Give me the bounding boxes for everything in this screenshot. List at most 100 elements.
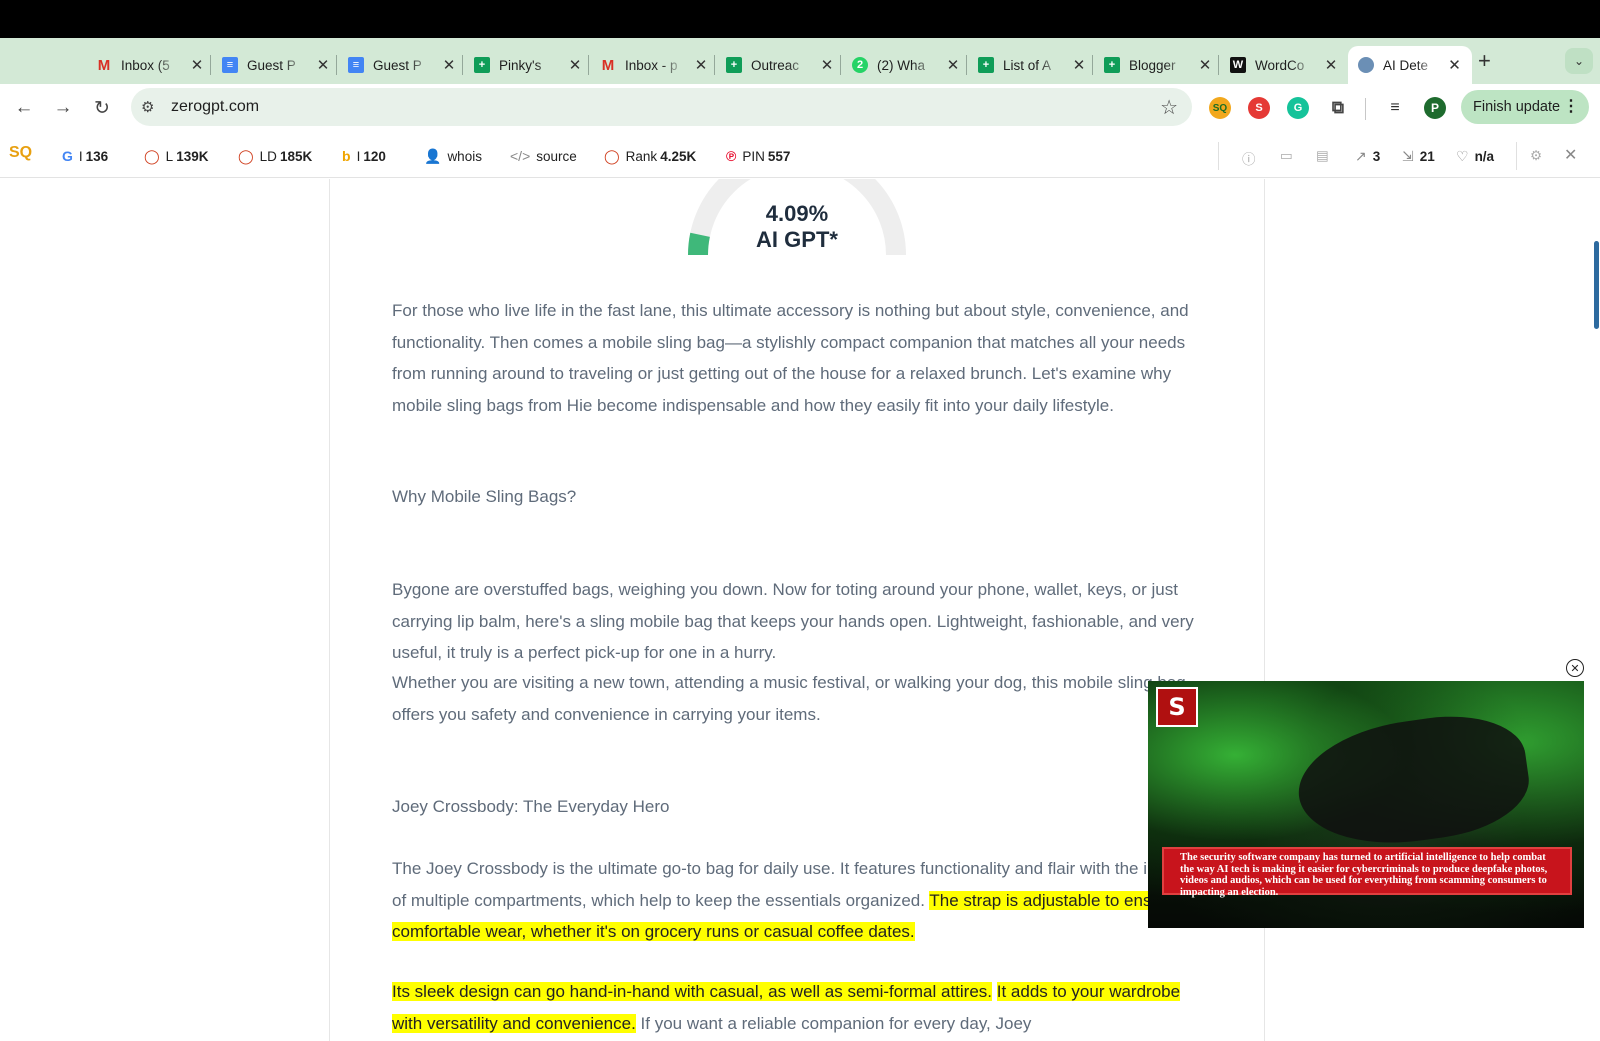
seo-label: I [356, 148, 361, 164]
tab-blogger[interactable]: + Blogger ✕ [1094, 46, 1223, 84]
media-controls-icon[interactable]: ≡ [1384, 97, 1406, 119]
seo-linking-domains[interactable]: ◯ LD 185K [238, 148, 312, 165]
finish-update-button[interactable]: Finish update ⋮ [1461, 90, 1589, 124]
seo-bing-index[interactable]: b I 120 [342, 148, 386, 164]
tab-title: Guest P [373, 57, 422, 73]
bing-icon: b [342, 148, 351, 164]
seo-value: 120 [363, 148, 386, 164]
close-icon[interactable]: ✕ [441, 56, 457, 74]
close-icon[interactable]: ✕ [315, 56, 331, 74]
seo-whois[interactable]: 👤 whois [424, 148, 482, 165]
plain-text: If you want a reliable companion for eve… [635, 1013, 1032, 1033]
paragraph-3: Whether you are visiting a new town, att… [392, 673, 1186, 724]
close-bar-icon[interactable]: ✕ [1564, 145, 1577, 165]
seoquake-bar: SQ G I 136 ◯ L 139K ◯ LD 185K b I 120 👤 whoi… [0, 134, 1600, 178]
pinterest-icon: ℗ [726, 148, 737, 164]
tab-title: Inbox (5 [121, 57, 170, 73]
floating-video-player[interactable]: S The security software company has turn… [1148, 681, 1584, 928]
close-icon[interactable]: ✕ [945, 56, 961, 74]
tab-search-button[interactable]: ⌄ [1565, 48, 1593, 74]
finish-update-label: Finish update [1473, 99, 1561, 115]
external-links[interactable]: ↗ 3 [1355, 148, 1380, 165]
tab-title: Blogger [1129, 57, 1176, 73]
address-bar[interactable]: ⚙ zerogpt.com ☆ [131, 88, 1192, 126]
seo-value: 21 [1419, 149, 1435, 164]
url-text: zerogpt.com [171, 98, 260, 115]
google-icon: G [62, 148, 73, 164]
tab-title: List of A [1003, 57, 1052, 73]
close-icon[interactable]: ✕ [1197, 56, 1213, 74]
google-sheets-icon: + [1104, 57, 1120, 73]
circle-icon: ◯ [604, 148, 620, 164]
tab-wordcounter[interactable]: W WordCo ✕ [1220, 46, 1349, 84]
tab-gmail-inbox[interactable]: M Inbox (5 ✕ [86, 46, 215, 84]
whatsapp-icon: 2 [852, 57, 868, 73]
profile-avatar[interactable]: P [1424, 97, 1446, 119]
seo-pinterest[interactable]: ℗ PIN 557 [726, 148, 790, 164]
close-icon[interactable]: ✕ [693, 56, 709, 74]
gmail-icon: M [601, 56, 615, 74]
close-icon[interactable]: ✕ [1447, 56, 1462, 74]
scrollbar-thumb[interactable] [1594, 241, 1599, 329]
bookmark-star-icon[interactable]: ☆ [1160, 95, 1178, 120]
tab-title: WordCo [1255, 57, 1305, 73]
ai-label: AI GPT* [756, 227, 838, 252]
seo-value: 3 [1372, 149, 1381, 164]
external-link-icon: ↗ [1355, 148, 1367, 164]
tab-list-of[interactable]: + List of A ✕ [968, 46, 1097, 84]
video-close-button[interactable]: ✕ [1566, 659, 1584, 677]
reload-button[interactable]: ↻ [90, 96, 114, 120]
seo-value: 4.25K [660, 149, 697, 164]
tab-gmail-inbox-2[interactable]: M Inbox - p ✕ [590, 46, 719, 84]
channel-logo: S [1156, 687, 1198, 727]
tab-title: (2) Wha [877, 57, 926, 73]
heart-icon: ♡ [1456, 148, 1469, 164]
density-icon[interactable]: ▭ [1280, 148, 1293, 164]
tab-guest-post-2[interactable]: ≡ Guest P ✕ [338, 46, 467, 84]
heading-joey-crossbody: Joey Crossbody: The Everyday Hero [392, 797, 670, 816]
seoquake-extension-icon[interactable]: SQ [1209, 97, 1231, 119]
circle-icon: ◯ [238, 148, 254, 164]
close-icon[interactable]: ✕ [567, 56, 583, 74]
seoquake-logo-icon[interactable]: SQ [9, 144, 32, 162]
seo-rank[interactable]: ◯ Rank 4.25K [604, 148, 696, 165]
extensions-puzzle-icon[interactable]: ⧉ [1327, 97, 1349, 119]
kebab-menu-icon[interactable]: ⋮ [1563, 96, 1579, 116]
close-icon[interactable]: ✕ [1071, 56, 1087, 74]
seo-label: source [536, 148, 577, 164]
seo-label: LD [259, 149, 277, 164]
circle-icon: ◯ [144, 148, 160, 164]
tab-title: Outreac [751, 57, 800, 73]
browser-toolbar: ← → ↻ ⚙ zerogpt.com ☆ SQ S G ⧉ ≡ P Finis… [0, 84, 1600, 134]
seo-links[interactable]: ◯ L 139K [144, 148, 208, 165]
wordcounter-icon: W [1230, 57, 1246, 73]
report-icon[interactable]: ▤ [1316, 148, 1329, 164]
close-icon[interactable]: ✕ [189, 56, 205, 74]
os-top-bar [0, 0, 1600, 38]
seo-google-index[interactable]: G I 136 [62, 148, 108, 164]
tab-guest-post-1[interactable]: ≡ Guest P ✕ [212, 46, 341, 84]
person-icon: 👤 [424, 148, 442, 164]
grammarly-extension-icon[interactable]: G [1287, 97, 1309, 119]
internal-links[interactable]: ⇲ 21 [1402, 148, 1435, 165]
tab-ai-detector[interactable]: AI Dete ✕ [1348, 46, 1472, 84]
settings-gear-icon[interactable]: ⚙ [1530, 148, 1542, 164]
google-sheets-icon: + [978, 57, 994, 73]
info-icon[interactable]: ⓘ [1242, 148, 1256, 168]
tab-whatsapp[interactable]: 2 (2) Wha ✕ [842, 46, 971, 84]
tab-pinkys[interactable]: + Pinky's ✕ [464, 46, 593, 84]
tab-outreach[interactable]: + Outreac ✕ [716, 46, 845, 84]
forward-button[interactable]: → [51, 96, 75, 120]
nofollow[interactable]: ♡ n/a [1456, 148, 1494, 165]
tab-strip: M Inbox (5 ✕ ≡ Guest P ✕ ≡ Guest P ✕ + P… [0, 38, 1600, 84]
google-docs-icon: ≡ [222, 57, 238, 73]
semrush-extension-icon[interactable]: S [1248, 97, 1270, 119]
paragraph-4: The Joey Crossbody is the ultimate go-to… [392, 853, 1212, 948]
close-icon[interactable]: ✕ [819, 56, 835, 74]
back-button[interactable]: ← [12, 96, 36, 120]
site-info-icon[interactable]: ⚙ [141, 98, 154, 116]
seo-value: 136 [85, 148, 109, 164]
seo-source[interactable]: </> source [510, 148, 577, 164]
close-icon[interactable]: ✕ [1323, 56, 1339, 74]
new-tab-button[interactable]: + [1478, 48, 1491, 74]
